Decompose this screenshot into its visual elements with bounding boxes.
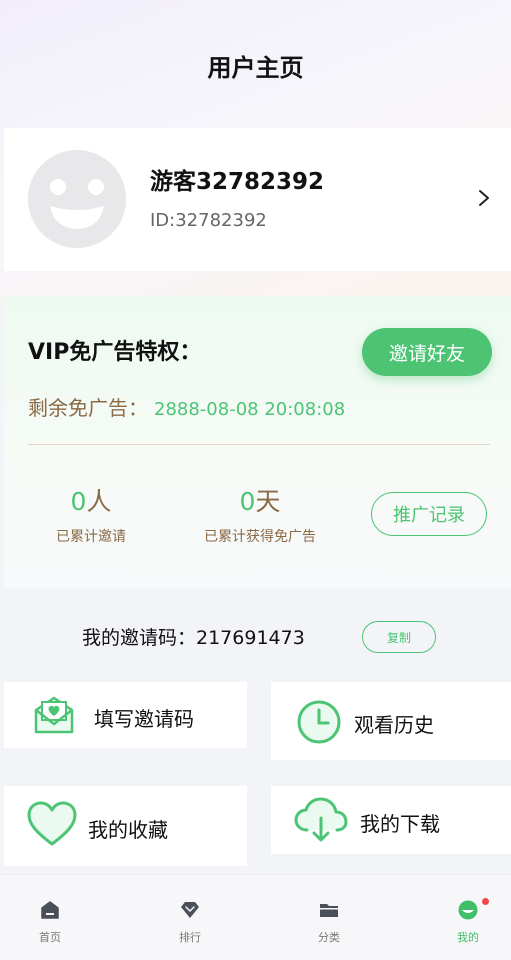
nav-label: 我的: [457, 931, 479, 944]
menu-fill-invite-code[interactable]: 填写邀请码: [4, 682, 247, 748]
vip-card: VIP免广告特权： 邀请好友 剩余免广告： 2888-08-08 20:08:08…: [4, 296, 511, 588]
chevron-right-icon[interactable]: [473, 186, 495, 210]
smiley-avatar-icon: [28, 150, 126, 248]
profile-smile-icon: [458, 900, 478, 920]
menu-my-favorites[interactable]: 我的收藏: [4, 786, 247, 866]
remaining-adfree: 剩余免广告： 2888-08-08 20:08:08: [28, 392, 345, 421]
adfree-unit: 天: [255, 487, 281, 516]
menu-watch-history[interactable]: 观看历史: [271, 682, 511, 760]
username: 游客32782392: [150, 169, 325, 195]
menu-label: 我的下载: [360, 812, 440, 836]
divider: [28, 444, 490, 445]
invites-stat: 0人 已累计邀请: [46, 482, 136, 546]
notification-badge: [482, 898, 489, 905]
nav-item-mine[interactable]: 我的: [438, 899, 498, 945]
nav-label: 分类: [318, 931, 340, 944]
menu-label: 填写邀请码: [94, 707, 194, 731]
mail-heart-icon: [34, 696, 74, 734]
promotion-records-button[interactable]: 推广记录: [371, 492, 487, 536]
adfree-days-value: 0: [239, 487, 256, 516]
invites-unit: 人: [86, 487, 112, 516]
adfree-label: 已累计获得免广告: [204, 529, 316, 545]
cloud-download-icon: [294, 797, 348, 842]
remaining-adfree-value: 2888-08-08 20:08:08: [154, 399, 346, 420]
profile-card[interactable]: 游客32782392 ID:32782392: [4, 128, 511, 271]
menu-label: 我的收藏: [88, 818, 168, 842]
home-icon: [41, 901, 59, 919]
bottom-nav: 首页 排行 分类 我的: [0, 874, 511, 960]
menu-label: 观看历史: [354, 713, 434, 737]
ranking-diamond-icon: [181, 902, 199, 918]
adfree-days: 0天: [190, 482, 330, 518]
nav-label: 首页: [39, 931, 61, 944]
remaining-adfree-label: 剩余免广告：: [28, 396, 148, 420]
clock-icon: [297, 700, 341, 744]
invites-count-value: 0: [70, 487, 87, 516]
page-title: 用户主页: [207, 54, 304, 82]
nav-item-category[interactable]: 分类: [299, 899, 359, 945]
invites-count: 0人: [46, 482, 136, 518]
adfree-stat: 0天 已累计获得免广告: [190, 482, 330, 546]
folder-icon: [320, 904, 338, 917]
heart-icon: [27, 801, 77, 846]
invite-code-row: 我的邀请码：217691473 复制: [0, 620, 511, 654]
invite-code-label: 我的邀请码：217691473: [82, 627, 305, 649]
copy-button[interactable]: 复制: [362, 621, 436, 653]
invite-friends-button[interactable]: 邀请好友: [362, 328, 492, 376]
user-id: ID:32782392: [150, 210, 267, 231]
nav-item-home[interactable]: 首页: [20, 899, 80, 945]
invites-label: 已累计邀请: [56, 529, 126, 545]
nav-item-ranking[interactable]: 排行: [160, 899, 220, 945]
menu-my-downloads[interactable]: 我的下载: [271, 786, 511, 854]
avatar[interactable]: [28, 150, 126, 248]
nav-label: 排行: [179, 931, 201, 944]
vip-title: VIP免广告特权：: [28, 340, 202, 365]
